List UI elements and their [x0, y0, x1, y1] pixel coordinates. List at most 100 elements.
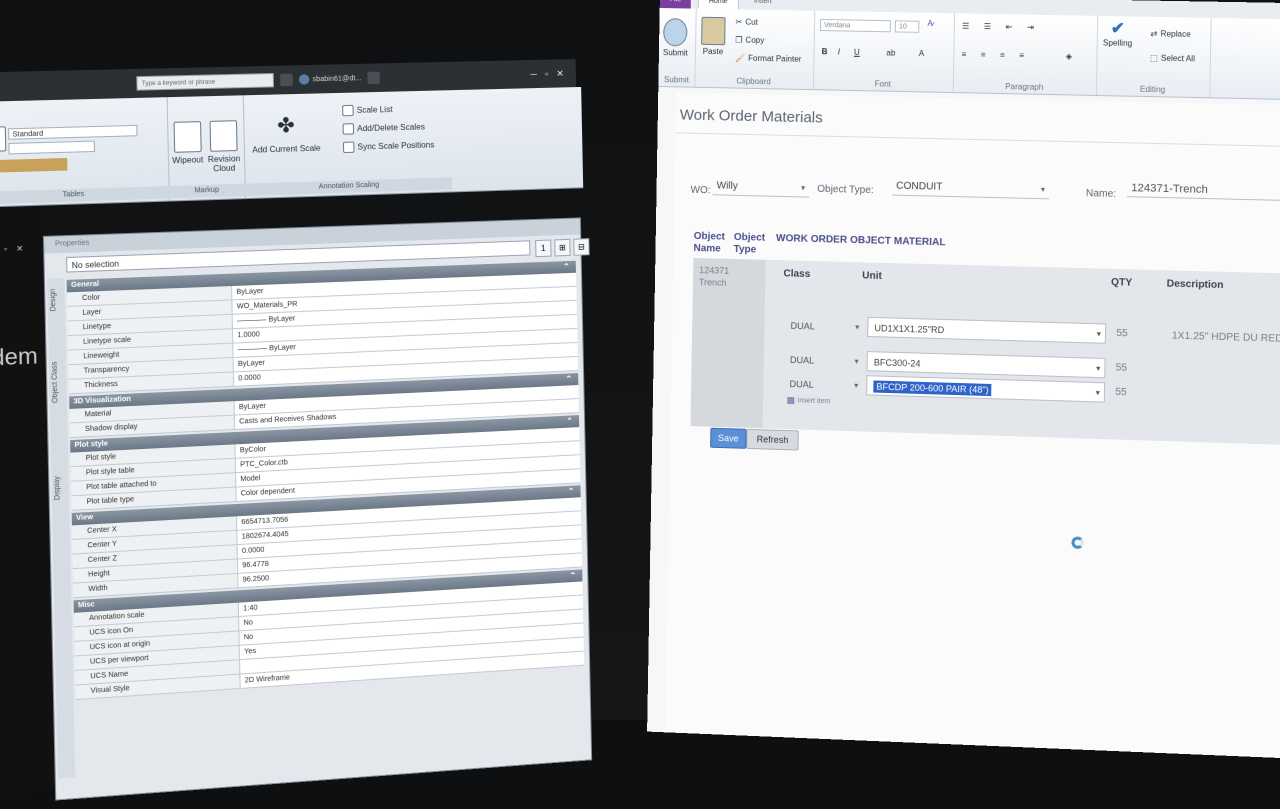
align-buttons[interactable]: ≡ ≡ ≡ ≡ [961, 50, 1030, 60]
wipeout-button[interactable]: Wipeout [171, 121, 203, 165]
submit-button[interactable]: Submit [662, 18, 689, 58]
help-icon[interactable] [367, 71, 381, 85]
wo-value: Willy [716, 180, 738, 192]
class-select[interactable]: DUAL ▾ [785, 375, 862, 395]
scale-list-button[interactable]: Scale List [342, 104, 393, 117]
qty-value[interactable]: 55 [1115, 387, 1127, 399]
refresh-button[interactable]: Refresh [746, 428, 799, 451]
sync-scale-positions-button[interactable]: Sync Scale Positions [342, 139, 435, 154]
properties-palette: Properties No selection 1 ⊞ ⊟ Design Obj… [42, 217, 593, 801]
list-buttons[interactable]: ☰ ☰ ⇤ ⇥ [962, 22, 1040, 33]
group-label: Submit [663, 75, 689, 85]
qty-value[interactable]: 55 [1116, 362, 1128, 373]
sync-scale-icon [342, 141, 355, 154]
format-painter-button[interactable]: 🖌 Format Painter [735, 53, 802, 63]
title-divider [675, 132, 1280, 147]
insert-icon [787, 396, 795, 405]
user-label: sbabin61@dt... [312, 74, 362, 83]
panel-label: Markup [168, 183, 245, 199]
table-style-secondary[interactable] [8, 140, 96, 155]
insert-item-link[interactable]: Insert item [787, 396, 831, 406]
text-effect-icon[interactable]: ab [886, 48, 895, 57]
group-label: Font [874, 79, 891, 89]
group-clipboard: Paste ✂ Cut ❐ Copy 🖌 Format Painter Clipboa… [694, 8, 816, 90]
underline-button[interactable]: U [854, 48, 860, 57]
spelling-label: Spelling [1102, 38, 1133, 48]
italic-button[interactable]: I [838, 47, 840, 56]
paste-icon [701, 16, 726, 46]
name-label: Name: [1085, 188, 1117, 200]
shading-icon[interactable]: ◈ [1066, 52, 1072, 61]
class-select[interactable]: DUAL ▾ [786, 317, 863, 337]
wipeout-label: Wipeout [172, 155, 204, 166]
description-value: 1X1.25" HDPE DU RED [1171, 330, 1280, 345]
submit-label: Submit [662, 48, 688, 58]
panel-tables: Standard Tables [0, 97, 170, 207]
copy-label: Copy [745, 35, 765, 46]
unit-select[interactable]: BFC300-24 ▾ [866, 351, 1106, 379]
close-icon[interactable]: ✕ [556, 68, 564, 79]
replace-button[interactable]: ⇄ Replace [1150, 29, 1190, 39]
header-wo-object-material: WORK ORDER OBJECT MATERIAL [775, 232, 946, 249]
loading-spinner-icon [1071, 536, 1084, 550]
chevron-down-icon: ▾ [854, 380, 859, 391]
clear-formatting-icon[interactable]: A̷ [927, 19, 933, 28]
font-name-box[interactable]: Verdana [819, 18, 891, 33]
chevron-down-icon: ▾ [1096, 329, 1101, 339]
pickadd-button[interactable]: 1 [535, 239, 552, 258]
add-current-scale-button[interactable]: ✤ Add Current Scale [252, 112, 320, 155]
font-size-box[interactable]: 10 [894, 20, 920, 33]
scale-list-icon [342, 104, 354, 117]
font-color-icon[interactable]: A [919, 49, 925, 58]
revision-cloud-icon [209, 120, 238, 152]
viewport-controls[interactable]: ─ ▫ ✕ [0, 244, 27, 255]
class-select[interactable]: DUAL ▾ [786, 351, 863, 371]
qty-value[interactable]: 55 [1116, 328, 1128, 339]
bold-button[interactable]: B [822, 47, 828, 56]
search-input[interactable]: Type a keyword or phrase [136, 73, 275, 91]
panel-label: Tables [0, 186, 169, 205]
object-type-label: Object Type: [817, 183, 874, 197]
unit-select-focused[interactable]: BFCDP 200-600 PAIR (48") ▾ [866, 375, 1106, 403]
chevron-down-icon: ▾ [855, 322, 860, 332]
select-all-button[interactable]: ⬚ Select All [1150, 53, 1195, 63]
minimize-icon[interactable]: ─ [530, 68, 537, 79]
cut-label: Cut [745, 17, 758, 27]
group-label: Paragraph [1005, 81, 1044, 92]
autocad-window: Type a keyword or phrase sbabin61@dt... … [0, 38, 635, 801]
table-style-dropdown[interactable]: Standard [8, 124, 138, 140]
header-description: Description [1166, 278, 1224, 292]
submit-icon [663, 18, 688, 47]
maximize-icon[interactable]: ▫ [545, 68, 548, 79]
paste-label: Paste [702, 46, 724, 57]
side-tab-design[interactable]: Design [49, 289, 57, 312]
color-toolbar[interactable] [0, 157, 68, 174]
replace-icon: ⇄ [1150, 29, 1158, 39]
unit-select[interactable]: UD1X1X1.25"RD ▾ [867, 316, 1107, 344]
select-all-label: Select All [1160, 53, 1195, 64]
cut-button[interactable]: ✂ Cut [735, 17, 757, 26]
side-tab-display[interactable]: Display [54, 476, 62, 500]
unit-value: BFCDP 200-600 PAIR (48") [873, 380, 992, 397]
quick-select-icon[interactable]: ⊟ [573, 238, 590, 256]
group-font: Verdana 10 A̷ B I U ab A Font [812, 10, 956, 93]
paste-button[interactable]: Paste [701, 16, 726, 57]
copy-button[interactable]: ❐ Copy [735, 35, 764, 45]
binoculars-icon[interactable] [280, 73, 293, 87]
insert-item-label: Insert item [797, 397, 831, 406]
add-delete-scales-button[interactable]: Add/Delete Scales [342, 121, 425, 135]
table-icon[interactable] [0, 126, 7, 152]
user-account[interactable]: sbabin61@dt... [298, 73, 362, 85]
select-objects-icon[interactable]: ⊞ [554, 238, 571, 257]
wo-select[interactable]: Willy ▾ [712, 177, 810, 198]
object-type-select[interactable]: CONDUIT ▾ [891, 177, 1050, 200]
side-tab-object-class[interactable]: Object Class [51, 361, 59, 403]
chevron-down-icon: ▾ [1096, 363, 1101, 374]
spelling-button[interactable]: ✔ Spelling [1103, 18, 1133, 48]
revision-cloud-button[interactable]: Revision Cloud [205, 120, 242, 174]
scale-list-label: Scale List [356, 104, 393, 115]
save-button[interactable]: Save [710, 427, 747, 449]
name-field[interactable]: 124371-Trench [1126, 178, 1280, 201]
form-page: Work Order Materials WO: Willy ▾ Object T… [665, 92, 1280, 759]
chevron-down-icon: ▾ [1040, 184, 1046, 195]
